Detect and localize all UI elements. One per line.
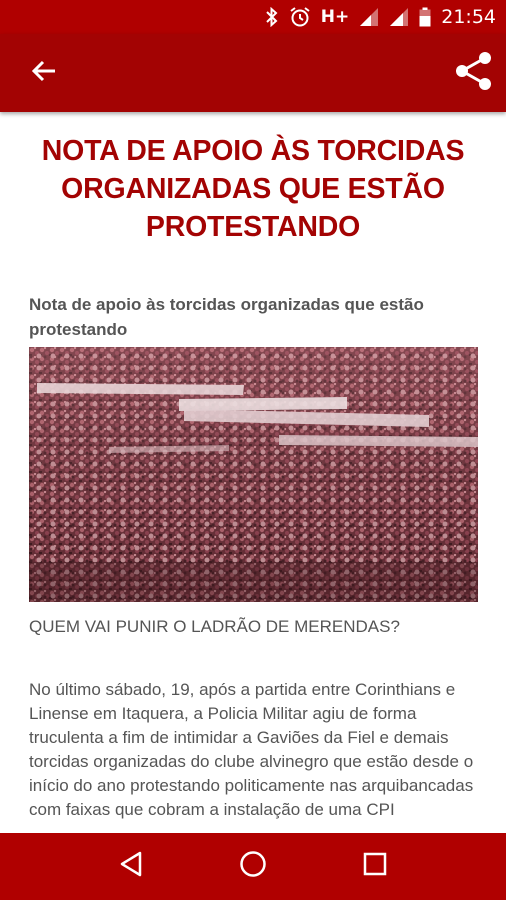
share-button[interactable] [454, 51, 494, 96]
arrow-back-icon [31, 59, 57, 88]
share-icon [454, 51, 494, 96]
signal-icon [389, 0, 409, 34]
network-type: H+ [320, 7, 350, 27]
article-headline: NOTA DE APOIO ÀS TORCIDAS ORGANIZADAS QU… [41, 135, 465, 243]
navigation-bar [0, 833, 506, 900]
nav-recents-button[interactable] [345, 837, 405, 897]
article-body: No último sábado, 19, após a partida ent… [29, 680, 474, 819]
bluetooth-icon [265, 0, 279, 34]
alarm-icon [289, 0, 311, 34]
clock: 21:54 [441, 6, 496, 28]
app-bar [0, 34, 506, 112]
image-caption: QUEM VAI PUNIR O LADRÃO DE MERENDAS? [29, 617, 400, 636]
recents-square-icon [362, 851, 388, 882]
status-bar: H+ 21:54 [0, 0, 506, 34]
battery-icon [419, 0, 431, 34]
nav-home-button[interactable] [223, 837, 283, 897]
signal-icon [359, 0, 379, 34]
home-circle-icon [238, 849, 268, 884]
article-subtitle: Nota de apoio às torcidas organizadas qu… [29, 295, 424, 339]
nav-back-button[interactable] [101, 837, 161, 897]
article-content[interactable]: NOTA DE APOIO ÀS TORCIDAS ORGANIZADAS QU… [0, 112, 506, 833]
back-triangle-icon [118, 850, 144, 883]
article-photo [29, 347, 478, 602]
back-button[interactable] [24, 53, 64, 93]
